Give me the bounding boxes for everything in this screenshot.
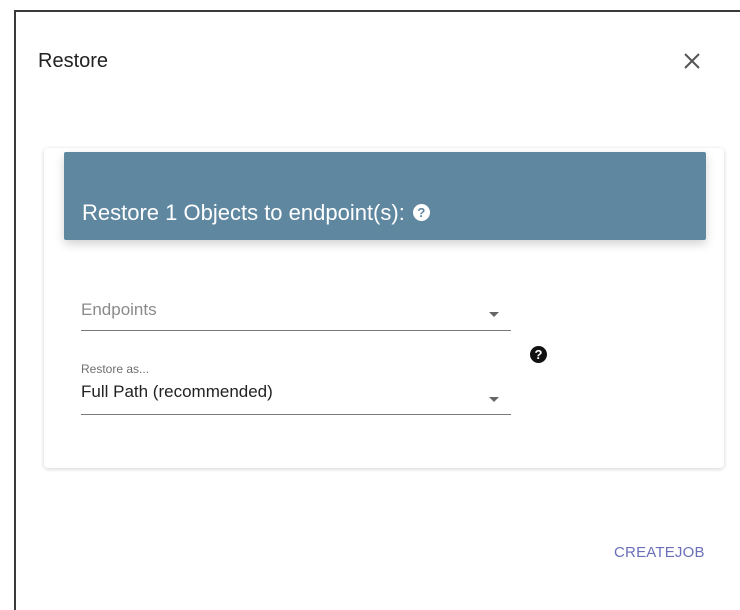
endpoints-select[interactable]: Endpoints xyxy=(81,296,511,331)
restore-as-select[interactable]: Restore as... Full Path (recommended) xyxy=(81,358,511,415)
restore-as-label: Restore as... xyxy=(81,362,150,376)
close-icon[interactable] xyxy=(679,48,705,74)
restore-as-value: Full Path (recommended) xyxy=(81,382,273,401)
dialog-title: Restore xyxy=(38,50,109,72)
restore-dialog: Restore Restore 1 Objects to endpoint(s)… xyxy=(14,10,740,610)
question-circle-icon[interactable]: ? xyxy=(412,204,430,221)
question-circle-icon[interactable]: ? xyxy=(530,346,547,363)
restore-card: Restore 1 Objects to endpoint(s):? Endpo… xyxy=(44,148,724,468)
chevron-down-icon[interactable] xyxy=(489,397,499,402)
card-header: Restore 1 Objects to endpoint(s):? xyxy=(64,152,706,240)
card-header-title: Restore 1 Objects to endpoint(s): xyxy=(82,200,405,225)
create-job-button[interactable]: CREATEJOB xyxy=(614,544,705,561)
endpoints-placeholder: Endpoints xyxy=(81,300,157,319)
chevron-down-icon[interactable] xyxy=(489,312,499,317)
